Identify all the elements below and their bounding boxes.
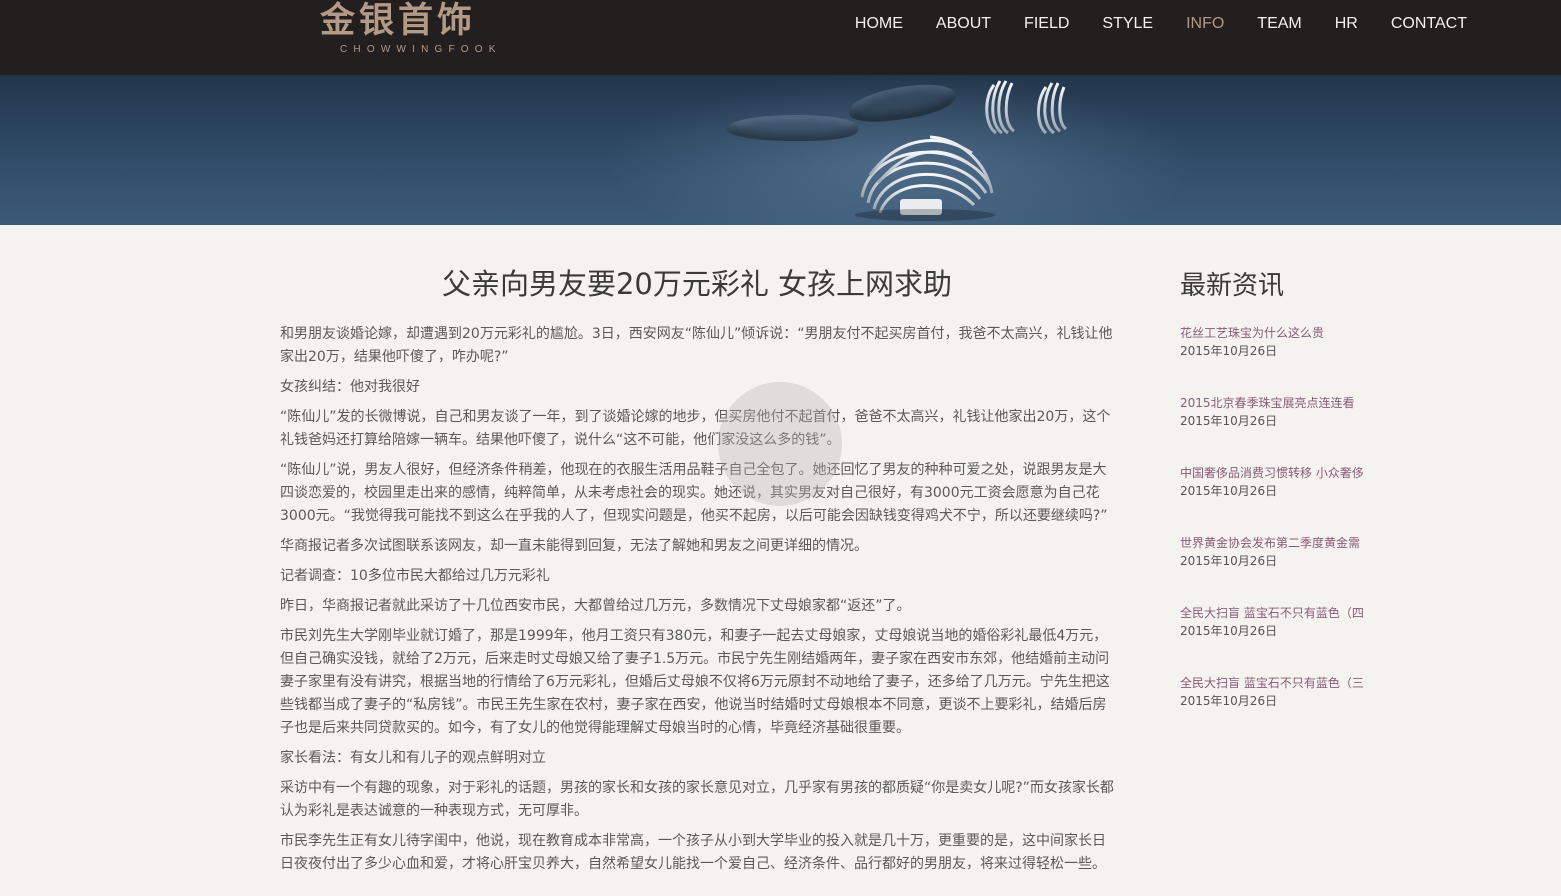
nav-info[interactable]: INFO <box>1186 14 1224 34</box>
article-paragraph: “陈仙儿”说，男友人很好，但经济条件稍差，他现在的衣服生活用品鞋子自己全包了。她… <box>280 462 1108 524</box>
article-paragraph: 市民李先生正有女儿待字闺中，他说，现在教育成本非常高，一个孩子从小到大学毕业的投… <box>280 833 1106 872</box>
jewelry-illustration <box>855 80 1068 221</box>
nav-style[interactable]: STYLE <box>1102 14 1153 34</box>
site-logo[interactable]: 金银首饰 CHOWWINGFOOK <box>318 0 538 62</box>
article-paragraph: 华商报记者多次试图联系该网友，却一直未能得到回复，无法了解她和男友之间更详细的情… <box>280 538 868 554</box>
news-link[interactable]: 世界黄金协会发布第二季度黄金需 <box>1180 534 1370 552</box>
article-paragraph: 采访中有一个有趣的现象，对于彩礼的话题，男孩的家长和女孩的家长意见对立，几乎家有… <box>280 780 1114 819</box>
nav-field[interactable]: FIELD <box>1024 14 1069 34</box>
nav-hr[interactable]: HR <box>1335 14 1358 34</box>
news-item: 全民大扫盲 蓝宝石不只有蓝色（四 2015年10月26日 <box>1180 604 1420 674</box>
news-item: 世界黄金协会发布第二季度黄金需 2015年10月26日 <box>1180 534 1420 604</box>
news-link[interactable]: 全民大扫盲 蓝宝石不只有蓝色（四 <box>1180 604 1370 622</box>
news-item: 中国奢侈品消费习惯转移 小众奢侈 2015年10月26日 <box>1180 464 1420 534</box>
article-paragraph: 市民刘先生大学刚毕业就订婚了，那是1999年，他月工资只有380元，和妻子一起去… <box>280 628 1110 736</box>
news-item: 2015北京春季珠宝展亮点连连看 2015年10月26日 <box>1180 394 1420 464</box>
article-paragraph: 和男朋友谈婚论嫁，却遭遇到20万元彩礼的尴尬。3日，西安网友“陈仙儿”倾诉说：“… <box>280 326 1113 365</box>
news-item: 花丝工艺珠宝为什么这么贵 2015年10月26日 <box>1180 324 1420 394</box>
article-subheading: 记者调查：10多位市民大都给过几万元彩礼 <box>280 568 550 584</box>
nav-team[interactable]: TEAM <box>1257 14 1301 34</box>
nav-home[interactable]: HOME <box>855 14 903 34</box>
article-title: 父亲向男友要20万元彩礼 女孩上网求助 <box>441 267 953 301</box>
news-date: 2015年10月26日 <box>1180 554 1278 568</box>
news-link[interactable]: 2015北京春季珠宝展亮点连连看 <box>1180 394 1370 412</box>
news-date: 2015年10月26日 <box>1180 484 1278 498</box>
news-link[interactable]: 花丝工艺珠宝为什么这么贵 <box>1180 324 1370 342</box>
article-subheading: 家长看法：有女儿和有儿子的观点鲜明对立 <box>280 750 546 766</box>
logo-chinese-name: 金银首饰 <box>320 0 477 41</box>
news-date: 2015年10月26日 <box>1180 624 1278 638</box>
news-item: 全民大扫盲 蓝宝石不只有蓝色（三 2015年10月26日 <box>1180 674 1420 744</box>
news-date: 2015年10月26日 <box>1180 414 1278 428</box>
article-subheading: 女孩纠结：他对我很好 <box>280 379 420 395</box>
site-header: 金银首饰 CHOWWINGFOOK HOME ABOUT FIELD STYLE… <box>0 0 1561 75</box>
sidebar-latest-news: 最新资讯 花丝工艺珠宝为什么这么贵 2015年10月26日 2015北京春季珠宝… <box>1180 266 1420 744</box>
news-link[interactable]: 全民大扫盲 蓝宝石不只有蓝色（三 <box>1180 674 1370 692</box>
main-nav: HOME ABOUT FIELD STYLE INFO TEAM HR CONT… <box>822 14 1467 34</box>
earrings-icon <box>985 80 1068 135</box>
nav-about[interactable]: ABOUT <box>936 14 991 34</box>
hero-banner <box>0 75 1561 225</box>
sidebar-title: 最新资讯 <box>1180 271 1285 301</box>
article-paragraph: “陈仙儿”发的长微博说，自己和男友谈了一年，到了谈婚论嫁的地步，但买房他付不起首… <box>280 409 1111 448</box>
article-paragraph: 昨日，华商报记者就此采访了十几位西安市民，大都曾给过几万元，多数情况下丈母娘家都… <box>280 598 911 614</box>
logo-english-name: CHOWWINGFOOK <box>340 44 502 55</box>
news-date: 2015年10月26日 <box>1180 694 1278 708</box>
news-link[interactable]: 中国奢侈品消费习惯转移 小众奢侈 <box>1180 464 1370 482</box>
article: 父亲向男友要20万元彩礼 女孩上网求助 和男朋友谈婚论嫁，却遭遇到20万元彩礼的… <box>280 262 1114 883</box>
news-date: 2015年10月26日 <box>1180 344 1278 358</box>
watermark-stamp <box>718 382 842 506</box>
nav-contact[interactable]: CONTACT <box>1391 14 1467 34</box>
